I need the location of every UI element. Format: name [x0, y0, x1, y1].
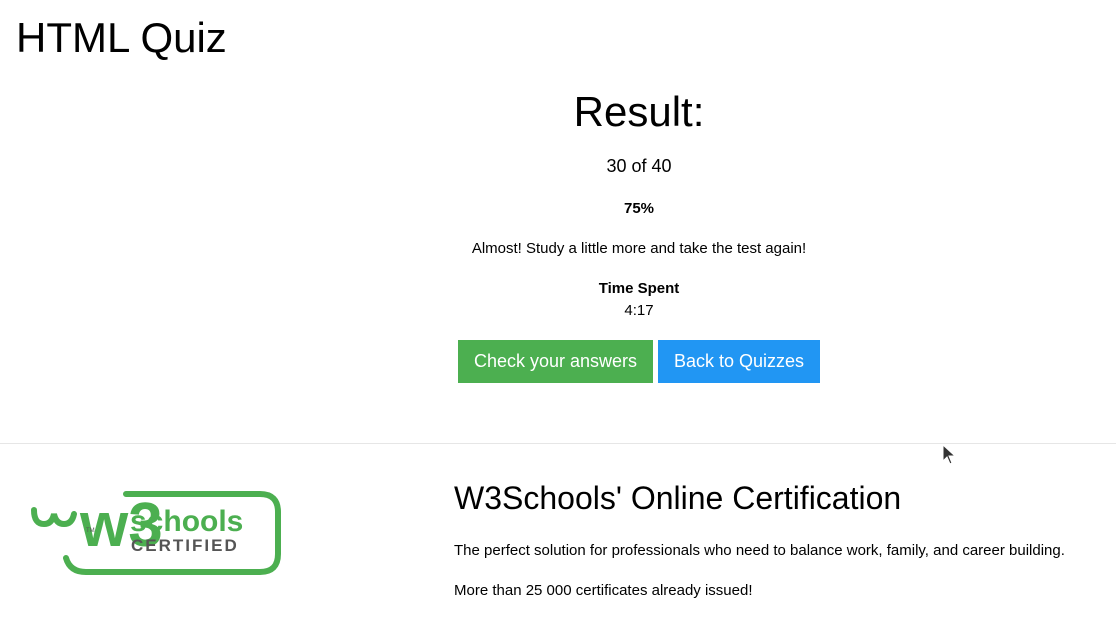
time-spent-label: Time Spent	[598, 280, 680, 297]
w3schools-certified-logo: w3 TM schools CERTIFIED	[31, 491, 281, 575]
back-to-quizzes-button[interactable]: Back to Quizzes	[658, 340, 820, 383]
certification-title: W3Schools' Online Certification	[454, 480, 902, 516]
score-text: 30 of 40	[606, 156, 672, 176]
logo-text-schools: schools	[130, 505, 243, 538]
check-answers-button[interactable]: Check your answers	[458, 340, 653, 383]
logo-text-certified: CERTIFIED	[131, 536, 239, 555]
score-percent: 75%	[623, 200, 655, 217]
time-spent-value: 4:17	[624, 302, 654, 319]
svg-text:TM: TM	[86, 528, 95, 534]
result-message: Almost! Study a little more and take the…	[471, 240, 807, 257]
certification-description: The perfect solution for professionals w…	[454, 542, 1065, 559]
result-heading: Result:	[573, 88, 705, 135]
page-title: HTML Quiz	[16, 14, 227, 61]
mouse-pointer-icon	[942, 444, 956, 465]
certification-count: More than 25 000 certificates already is…	[454, 582, 753, 599]
